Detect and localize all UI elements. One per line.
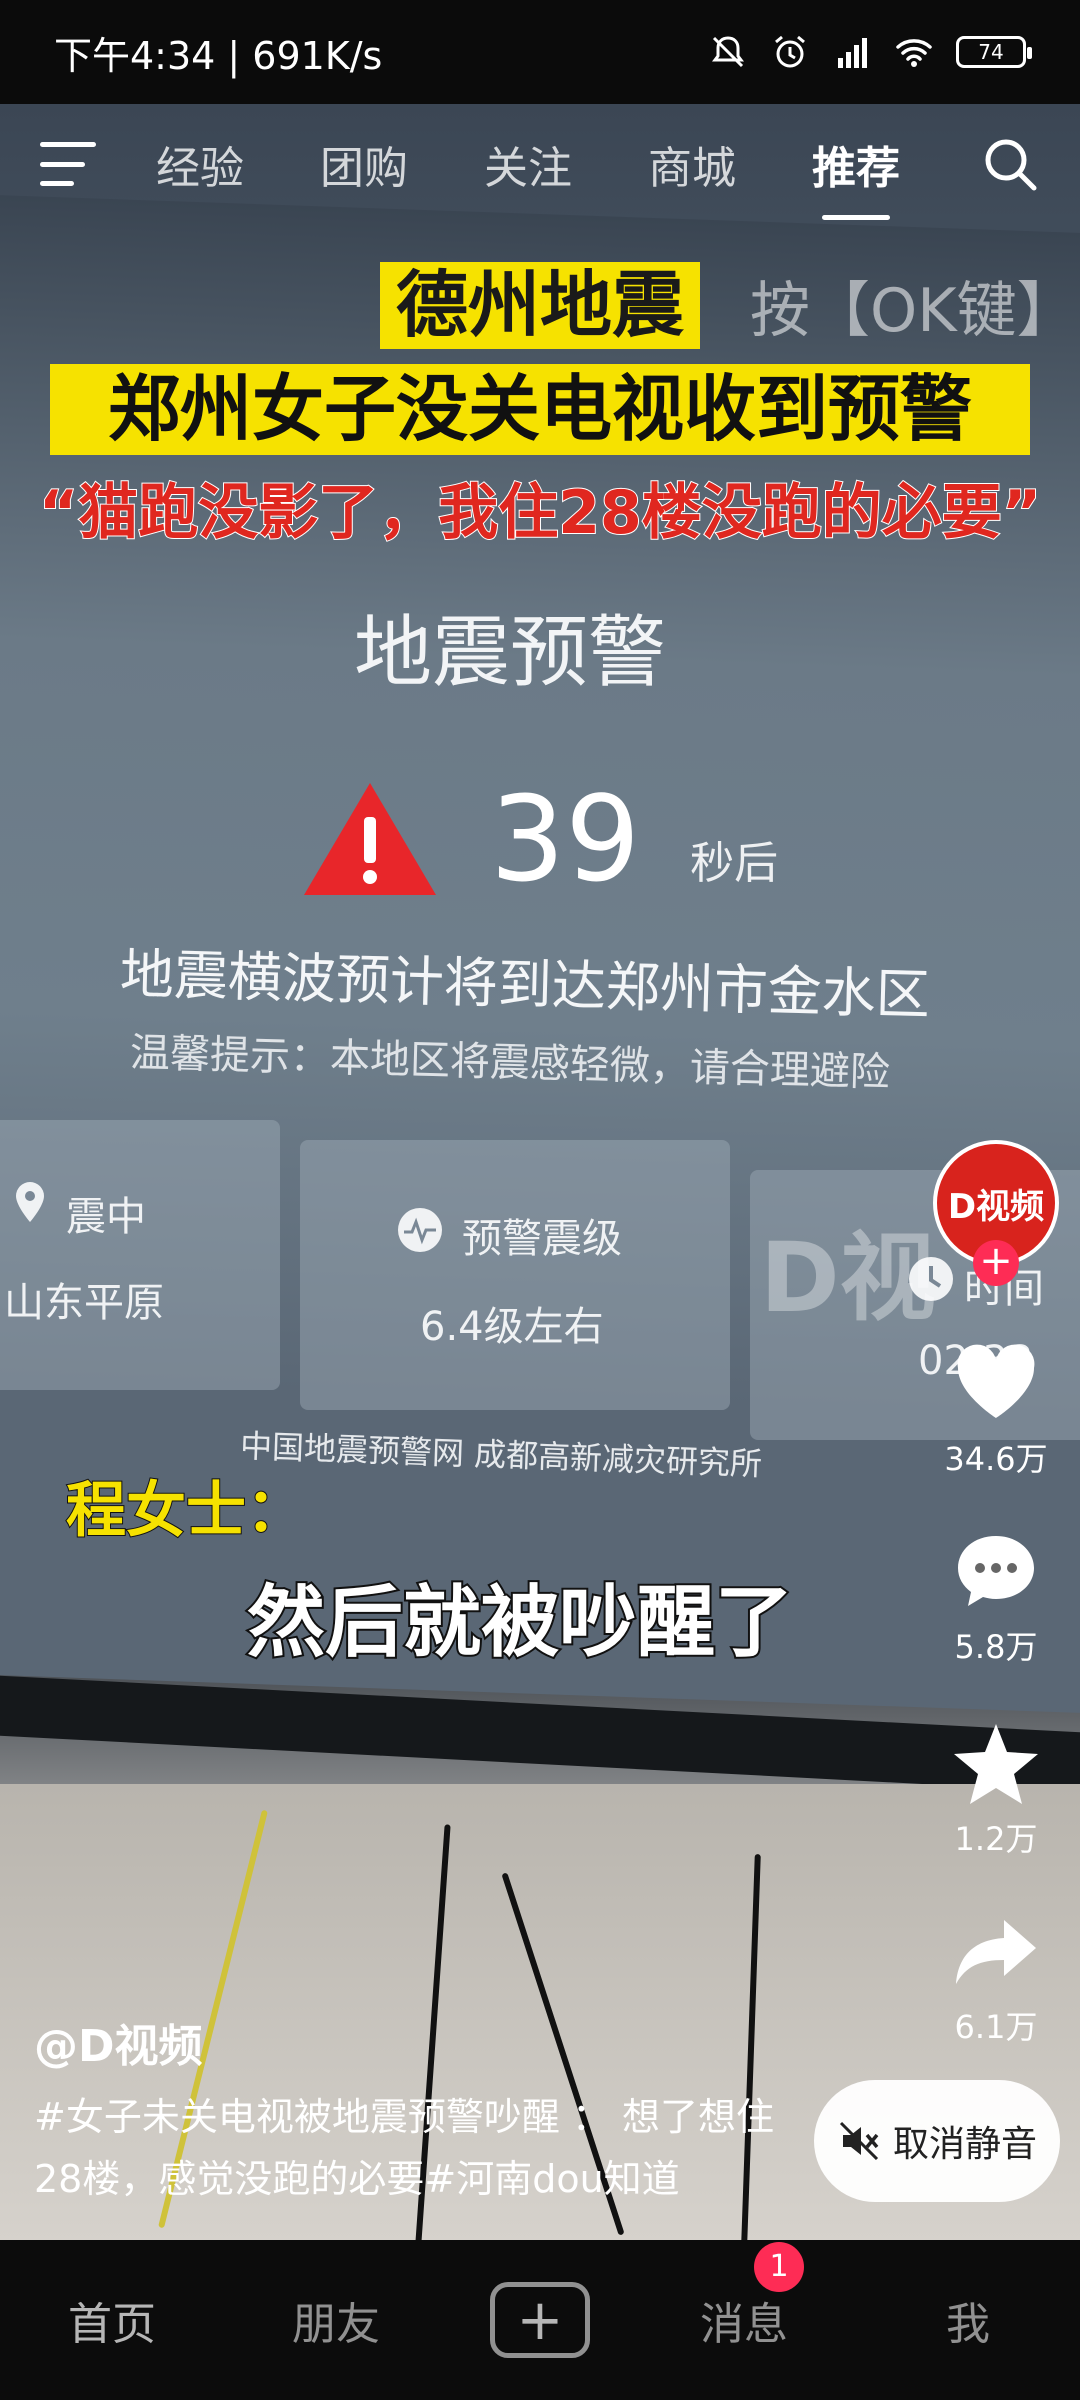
video-subtitle: 然后就被吵醒了 — [245, 1576, 795, 1670]
video-description[interactable]: #女子未关电视被地震预警吵醒 ： 想了想住28楼，感觉没跑的必要#河南dou知道 — [34, 2086, 794, 2210]
countdown-row: 39 秒后 — [300, 770, 778, 908]
comment-icon — [958, 1536, 1034, 1606]
favorite-button[interactable]: 1.2万 — [920, 1718, 1072, 1860]
seconds-label: 秒后 — [690, 838, 779, 889]
create-button[interactable]: + — [490, 2282, 590, 2358]
avatar-text: D视频 — [947, 1186, 1045, 1227]
tab-following[interactable]: 关注 — [484, 132, 572, 196]
epicenter-label: 震中 — [66, 1194, 146, 1240]
headline-main: 郑州女子没关电视收到预警 — [50, 364, 1030, 455]
like-button[interactable]: 34.6万 — [920, 1338, 1072, 1480]
battery-indicator: 74 — [956, 36, 1032, 68]
top-nav: 经验 团购 关注 商城 推荐 — [0, 104, 1080, 224]
plus-icon: + — [516, 2287, 564, 2353]
unmute-button[interactable]: 取消静音 — [814, 2080, 1060, 2202]
mute-bell-icon — [712, 36, 744, 68]
nav-messages[interactable]: 消息 1 — [674, 2242, 814, 2352]
status-icons: 74 — [708, 32, 1032, 72]
channel-watermark: D视 — [760, 1222, 936, 1334]
unmute-label: 取消静音 — [892, 2124, 1037, 2165]
countdown-value: 39 — [490, 770, 641, 908]
author-handle[interactable]: @D视频 — [34, 2010, 203, 2074]
speaker-label: 程女士： — [65, 1475, 307, 1547]
earthquake-warning-title: 地震预警 — [353, 608, 666, 698]
wifi-icon — [896, 39, 932, 67]
comment-button[interactable]: 5.8万 — [920, 1526, 1072, 1668]
headline-location: 德州地震 — [380, 262, 701, 350]
follow-button[interactable]: + — [973, 1240, 1019, 1286]
magnitude-card: 预警震级 6.4级左右 — [300, 1140, 730, 1410]
battery-level: 74 — [978, 40, 1004, 64]
tab-recommended[interactable]: 推荐 — [812, 132, 900, 220]
magnitude-value: 6.4级左右 — [420, 1304, 604, 1350]
status-time-speed: 下午4:34 | 691K/s — [54, 33, 383, 78]
feed-tabs: 经验 团购 关注 商城 推荐 — [156, 132, 980, 220]
ok-key-hint: 按【OK键】 — [750, 276, 1077, 346]
comment-count: 5.8万 — [954, 1628, 1038, 1666]
speaker-muted-icon — [839, 2121, 879, 2161]
share-arrow-icon — [956, 1920, 1036, 1984]
share-count: 6.1万 — [954, 2008, 1038, 2046]
headline-quote: “猫跑没影了，我住28楼没跑的必要” — [38, 477, 1042, 549]
nav-messages-label: 消息 — [700, 2299, 788, 2350]
epicenter-card: 震中 山东平原 — [0, 1120, 280, 1390]
menu-icon[interactable] — [40, 142, 96, 186]
tab-experience[interactable]: 经验 — [156, 132, 244, 196]
like-count: 34.6万 — [944, 1440, 1048, 1478]
heart-icon — [957, 1344, 1035, 1418]
star-icon — [954, 1724, 1038, 1804]
magnitude-label: 预警震级 — [462, 1216, 622, 1262]
favorite-count: 1.2万 — [954, 1820, 1038, 1858]
nav-me[interactable]: 我 — [898, 2288, 1038, 2352]
epicenter-value: 山东平原 — [4, 1280, 164, 1326]
nav-home[interactable]: 首页 — [42, 2288, 182, 2352]
location-pin-icon — [16, 1182, 44, 1222]
bottom-nav: 首页 朋友 + 消息 1 我 — [0, 2240, 1080, 2400]
pulse-icon — [398, 1208, 442, 1252]
messages-badge: 1 — [754, 2242, 804, 2292]
share-button[interactable]: 6.1万 — [920, 1906, 1072, 2048]
tab-mall[interactable]: 商城 — [648, 132, 736, 196]
signal-icon — [838, 38, 867, 68]
search-icon[interactable] — [980, 134, 1040, 194]
nav-friends[interactable]: 朋友 — [266, 2288, 406, 2352]
warning-icon — [304, 783, 436, 895]
tab-group-buy[interactable]: 团购 — [320, 132, 408, 196]
alarm-icon — [775, 35, 805, 68]
status-bar: 下午4:34 | 691K/s 74 — [0, 0, 1080, 104]
